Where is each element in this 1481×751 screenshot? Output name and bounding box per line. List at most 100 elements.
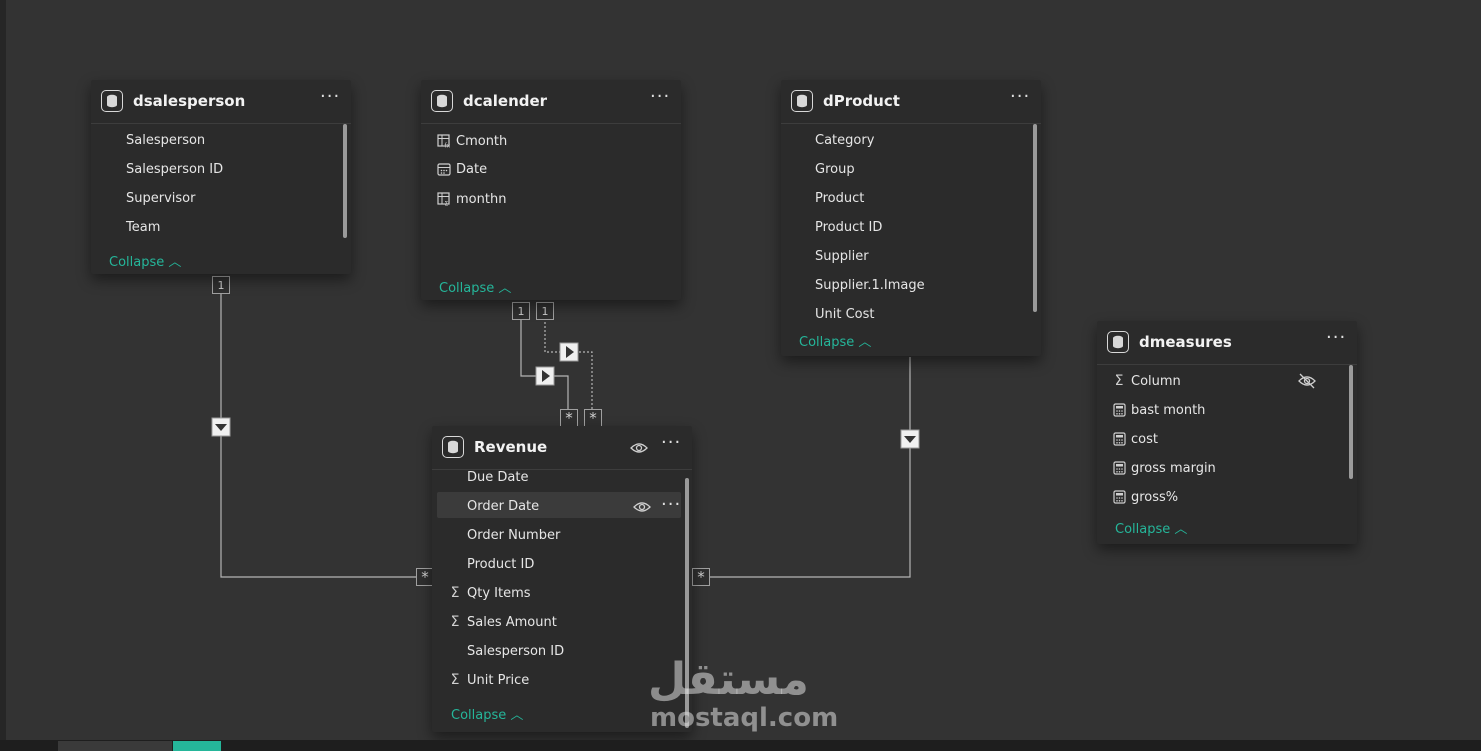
field-item[interactable]: Σ Column [1111, 368, 1181, 394]
visibility-eye-icon[interactable] [629, 440, 649, 460]
field-label: Column [1131, 373, 1181, 389]
collapse-label: Collapse [1115, 522, 1171, 537]
collapse-label: Collapse [439, 281, 495, 296]
page-tabs-bar [0, 740, 1481, 751]
collapse-label: Collapse [451, 708, 507, 723]
table-card-dmeasures[interactable]: dmeasures ··· Σ Column bast month cost g… [1097, 321, 1357, 544]
field-item[interactable]: Supplier.1.Image [815, 272, 925, 298]
calculator-measure-icon [1111, 402, 1127, 418]
svg-text:fx: fx [445, 143, 451, 149]
cardinality-one-badge: 1 [536, 302, 554, 320]
filter-direction-right-icon [559, 342, 579, 362]
filter-direction-right-icon [535, 366, 555, 386]
calculated-column-icon: fx [436, 133, 452, 149]
table-title: dcalender [463, 92, 548, 110]
calendar-icon [436, 161, 452, 177]
field-item[interactable]: Product ID [815, 214, 882, 240]
filter-direction-down-icon [211, 417, 231, 437]
table-title: Revenue [474, 438, 548, 456]
field-item[interactable]: Salesperson [126, 127, 205, 153]
table-title: dmeasures [1139, 333, 1232, 351]
collapse-button[interactable]: Collapse ︿ [799, 331, 871, 350]
more-options-icon[interactable]: ··· [320, 88, 340, 106]
page-tab-active[interactable] [173, 741, 221, 751]
field-item[interactable]: Unit Cost [815, 301, 875, 327]
field-item[interactable]: Supplier [815, 243, 869, 269]
field-more-options-icon[interactable]: ··· [661, 496, 681, 514]
table-header[interactable]: dsalesperson ··· [91, 80, 351, 124]
table-card-dproduct[interactable]: dProduct ··· Category Group Product Prod… [781, 80, 1041, 356]
field-item[interactable]: Group [815, 156, 855, 182]
relationship-line-product-revenue [709, 357, 911, 578]
field-label: Date [456, 161, 488, 177]
collapse-label: Collapse [109, 255, 165, 270]
field-item[interactable]: Salesperson ID [126, 156, 223, 182]
cardinality-many-badge: * [692, 568, 710, 586]
filter-direction-down-icon [900, 429, 920, 449]
field-label: bast month [1131, 402, 1206, 418]
sigma-icon: Σ [450, 672, 460, 688]
svg-text:Σ: Σ [445, 201, 449, 207]
database-table-icon [442, 436, 464, 458]
page-tab[interactable] [58, 741, 172, 751]
relationship-line-salesperson-revenue [220, 293, 418, 578]
field-item[interactable]: cost [1111, 426, 1158, 452]
field-item[interactable]: Team [126, 214, 160, 240]
field-item[interactable]: Order Date [467, 493, 539, 519]
field-item[interactable]: Product [815, 185, 864, 211]
more-options-icon[interactable]: ··· [1010, 88, 1030, 106]
more-options-icon[interactable]: ··· [661, 434, 681, 452]
field-item[interactable]: fx Cmonth [436, 128, 507, 154]
field-item[interactable]: Date [436, 156, 487, 182]
table-title: dsalesperson [133, 92, 246, 110]
field-label: monthn [456, 191, 507, 207]
field-item[interactable]: Product ID [467, 551, 534, 577]
table-card-dsalesperson[interactable]: dsalesperson ··· Salesperson Salesperson… [91, 80, 351, 274]
model-canvas[interactable]: 1 1 1 * * * * dsalesperson ··· Salespers… [0, 0, 1481, 751]
field-item[interactable]: Due Date [467, 464, 528, 490]
field-item[interactable]: gross% [1111, 484, 1178, 510]
more-options-icon[interactable]: ··· [650, 88, 670, 106]
table-header[interactable]: dcalender ··· [421, 80, 681, 124]
collapse-label: Collapse [799, 335, 855, 350]
database-table-icon [1107, 331, 1129, 353]
database-table-icon [791, 90, 813, 112]
scrollbar[interactable] [343, 124, 347, 238]
field-item[interactable]: bast month [1111, 397, 1205, 423]
field-item[interactable]: Σ Qty Items [447, 580, 531, 606]
calculator-measure-icon [1111, 460, 1127, 476]
field-label: gross margin [1131, 460, 1216, 476]
collapse-button[interactable]: Collapse ︿ [439, 277, 511, 296]
calculator-measure-icon [1111, 489, 1127, 505]
table-card-dcalender[interactable]: dcalender ··· fx Cmonth Date Σ monthn Co… [421, 80, 681, 300]
field-label: cost [1131, 431, 1158, 447]
hidden-eye-icon[interactable] [1297, 372, 1317, 394]
table-header[interactable]: dProduct ··· [781, 80, 1041, 124]
field-item[interactable]: Category [815, 127, 874, 153]
field-item[interactable]: Supervisor [126, 185, 195, 211]
sigma-icon: Σ [450, 614, 460, 630]
field-item[interactable]: Salesperson ID [467, 638, 564, 664]
collapse-button[interactable]: Collapse ︿ [451, 704, 523, 723]
scrollbar[interactable] [1349, 365, 1353, 479]
field-item[interactable]: gross margin [1111, 455, 1216, 481]
field-label: gross% [1131, 489, 1179, 505]
cardinality-many-badge: * [560, 409, 578, 427]
more-options-icon[interactable]: ··· [1326, 329, 1346, 347]
chevron-up-icon: ︿ [168, 255, 182, 270]
chevron-up-icon: ︿ [1174, 522, 1188, 537]
database-table-icon [431, 90, 453, 112]
field-item[interactable]: Σ Sales Amount [447, 609, 557, 635]
field-item[interactable]: Σ monthn [436, 186, 506, 212]
visibility-eye-icon[interactable] [632, 499, 652, 519]
field-item[interactable]: Σ Unit Price [447, 667, 530, 693]
cardinality-one-badge: 1 [512, 302, 530, 320]
collapse-button[interactable]: Collapse ︿ [109, 251, 181, 270]
field-item[interactable]: Order Number [467, 522, 560, 548]
table-header[interactable]: dmeasures ··· [1097, 321, 1357, 365]
scrollbar[interactable] [1033, 124, 1037, 312]
database-table-icon [101, 90, 123, 112]
field-label: Unit Price [467, 672, 530, 688]
collapse-button[interactable]: Collapse ︿ [1115, 518, 1187, 537]
table-title: dProduct [823, 92, 900, 110]
